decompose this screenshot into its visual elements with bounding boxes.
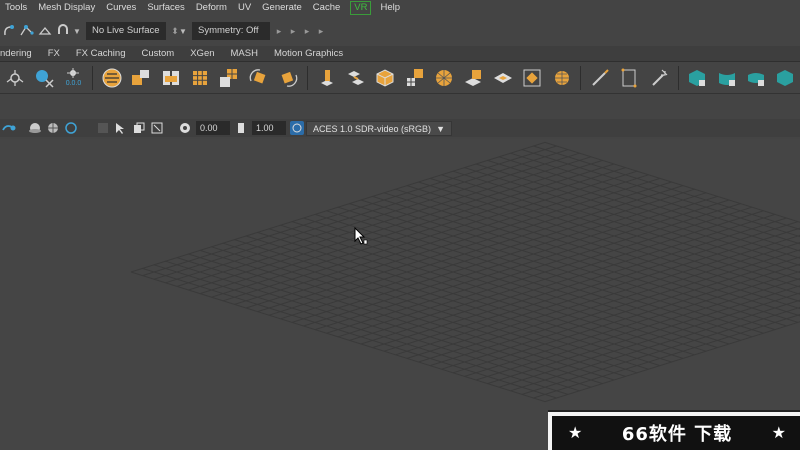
- gamma-icon[interactable]: [233, 120, 249, 136]
- tab-mash[interactable]: MASH: [223, 46, 266, 62]
- globe-delete-icon[interactable]: [31, 65, 56, 91]
- shelf-divider: [306, 65, 308, 90]
- gamma-field[interactable]: 1.00: [252, 121, 286, 135]
- exposure-field[interactable]: 0.00: [196, 121, 230, 135]
- cube-split-icon[interactable]: [158, 65, 183, 91]
- star-icon: ★: [568, 425, 583, 442]
- particle-counter-icon[interactable]: 0.0.0: [61, 65, 86, 91]
- menu-help[interactable]: Help: [375, 0, 406, 16]
- watermark-text: 66软件 下载: [621, 424, 733, 445]
- sphere-uv-grid-icon[interactable]: [549, 65, 574, 91]
- status-line: ▼ No Live Surface ⬍ ▼ Symmetry: Off ▸ ▸ …: [0, 18, 800, 44]
- tab-motion-graphics[interactable]: Motion Graphics: [266, 46, 351, 62]
- teal-twist-icon[interactable]: [743, 65, 768, 91]
- cube-grid-icon[interactable]: [187, 65, 212, 91]
- menu-curves[interactable]: Curves: [101, 0, 142, 16]
- menu-uv[interactable]: UV: [233, 0, 257, 16]
- collapse-arrow-icon[interactable]: ▸: [276, 22, 282, 40]
- tab-fx-caching[interactable]: FX Caching: [68, 46, 134, 62]
- planar-projection-icon[interactable]: [461, 65, 486, 91]
- isolate-select-icon[interactable]: [131, 120, 147, 136]
- collapse-arrow-icon[interactable]: ▸: [290, 22, 296, 40]
- shelf: 0.0.0: [0, 62, 800, 94]
- menu-bar: Tools Mesh Display Curves Surfaces Defor…: [0, 0, 800, 16]
- plane-icon[interactable]: [490, 65, 515, 91]
- star-icon: ★: [771, 425, 786, 442]
- watermark-banner: ★ 66软件 下载 ★: [552, 416, 800, 450]
- viewport[interactable]: [0, 139, 800, 450]
- menu-generate[interactable]: Generate: [257, 0, 308, 16]
- shelf-tabs: ndering FX FX Caching Custom XGen MASH M…: [0, 46, 800, 62]
- color-management-icon[interactable]: [289, 120, 305, 136]
- hamburger-sphere-icon[interactable]: [99, 65, 124, 91]
- transform-pivot-icon[interactable]: [2, 65, 27, 91]
- watermark: ★ 66软件 下载 ★: [548, 410, 800, 450]
- select-camera-icon[interactable]: [113, 120, 129, 136]
- menu-tools[interactable]: Tools: [0, 0, 33, 16]
- bridge-icon[interactable]: [343, 65, 368, 91]
- teal-bend-icon[interactable]: [714, 65, 739, 91]
- cube-combine-icon[interactable]: [217, 65, 242, 91]
- symmetry-field[interactable]: Symmetry: Off: [192, 22, 270, 40]
- sphere-uv-icon[interactable]: [129, 65, 154, 91]
- shelf-divider: [677, 65, 679, 90]
- menu-mesh-display[interactable]: Mesh Display: [33, 0, 101, 16]
- bevel-cube-icon[interactable]: [373, 65, 398, 91]
- menu-deform[interactable]: Deform: [191, 0, 233, 16]
- particle-counter-label: 0.0.0: [65, 80, 82, 87]
- rotate-cube-alt-icon[interactable]: [275, 65, 300, 91]
- xray-icon[interactable]: [63, 120, 79, 136]
- color-space-dropdown[interactable]: ACES 1.0 SDR-video (sRGB) ▼: [306, 120, 452, 136]
- shelf-divider: [92, 65, 94, 90]
- smooth-shade-icon[interactable]: [27, 120, 43, 136]
- menu-cache[interactable]: Cache: [308, 0, 346, 16]
- panel-toolbar: 0.00 1.00 ACES 1.0 SDR-video (sRGB) ▼: [0, 119, 800, 137]
- tab-rendering[interactable]: ndering: [0, 46, 40, 62]
- knife-tool-icon[interactable]: [587, 65, 612, 91]
- color-space-label: ACES 1.0 SDR-video (sRGB): [313, 123, 432, 134]
- grid-line: [406, 185, 800, 310]
- sphere-wire-icon[interactable]: [431, 65, 456, 91]
- snap-curve-icon[interactable]: [0, 22, 18, 40]
- teal-cube-icon[interactable]: [684, 65, 709, 91]
- symmetry-caret-icon[interactable]: ▼: [178, 27, 188, 36]
- shelf-divider: [580, 65, 582, 90]
- wireframe-shade-icon[interactable]: [45, 120, 61, 136]
- bookmark-icon[interactable]: [1, 120, 17, 136]
- collapse-arrow-icon[interactable]: ▸: [318, 22, 324, 40]
- snap-point-icon[interactable]: [18, 22, 36, 40]
- grid-toggle-icon[interactable]: [95, 120, 111, 136]
- tab-custom[interactable]: Custom: [133, 46, 182, 62]
- frame-selection-icon[interactable]: [149, 120, 165, 136]
- extrude-icon[interactable]: [314, 65, 339, 91]
- menu-surfaces[interactable]: Surfaces: [142, 0, 191, 16]
- menu-vr[interactable]: VR: [350, 1, 372, 15]
- exposure-icon[interactable]: [177, 120, 193, 136]
- sculpt-brush-icon[interactable]: [646, 65, 671, 91]
- collapse-arrow-icon[interactable]: ▸: [304, 22, 310, 40]
- snap-view-plane-icon[interactable]: [36, 22, 54, 40]
- rotate-cube-icon[interactable]: [246, 65, 271, 91]
- grid-line: [406, 234, 800, 359]
- target-frame-icon[interactable]: [520, 65, 545, 91]
- tab-fx[interactable]: FX: [40, 46, 68, 62]
- bounding-frame-icon[interactable]: [617, 65, 642, 91]
- mouse-cursor-icon: [354, 227, 368, 245]
- subdivide-icon[interactable]: [402, 65, 427, 91]
- snap-options-caret-icon[interactable]: ▼: [72, 27, 82, 36]
- magnet-icon[interactable]: [54, 22, 72, 40]
- live-surface-field[interactable]: No Live Surface: [86, 22, 166, 40]
- chevron-down-icon: ▼: [436, 123, 445, 134]
- ground-grid: [130, 141, 800, 403]
- tab-xgen[interactable]: XGen: [182, 46, 222, 62]
- teal-sine-icon[interactable]: [773, 65, 798, 91]
